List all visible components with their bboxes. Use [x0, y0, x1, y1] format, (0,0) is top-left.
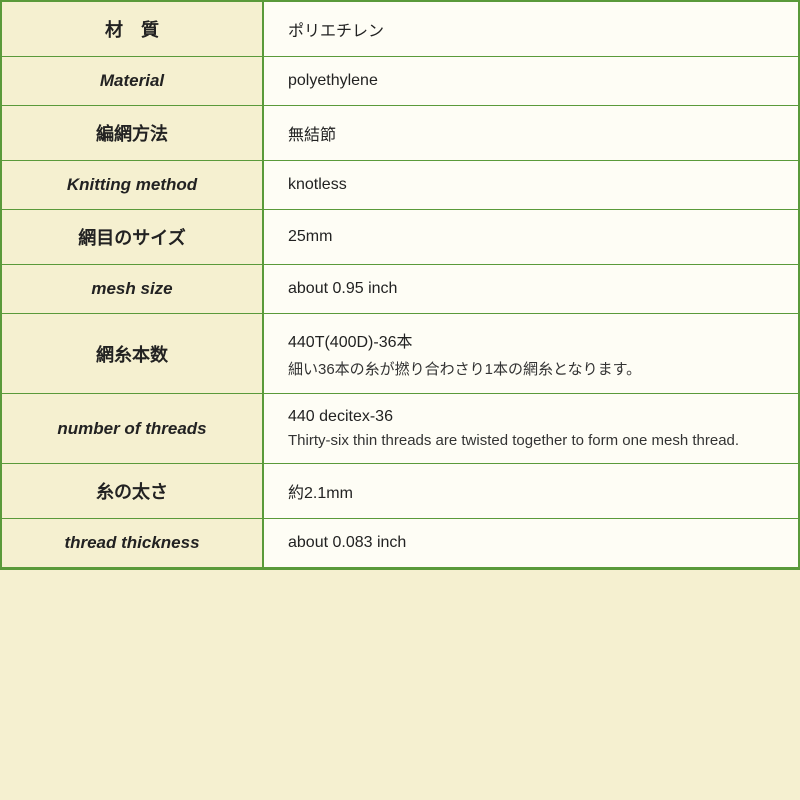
label-cell: 網糸本数: [2, 314, 263, 394]
table-row: 糸の太さ 約2.1mm: [2, 464, 798, 519]
label-cell: 編網方法: [2, 106, 263, 161]
label-cell: 網目のサイズ: [2, 210, 263, 265]
label-text: 編網方法: [96, 124, 168, 144]
label-cell: Material: [2, 57, 263, 106]
label-cell: 材 質: [2, 2, 263, 57]
label-text: mesh size: [91, 279, 172, 298]
value-cell: 約2.1mm: [263, 464, 798, 519]
label-cell: number of threads: [2, 394, 263, 464]
label-cell: 糸の太さ: [2, 464, 263, 519]
table-row: number of threads 440 decitex-36 Thirty-si…: [2, 394, 798, 464]
value-cell: 25mm: [263, 210, 798, 265]
value-text: 440T(400D)-36本: [288, 328, 774, 352]
label-cell: thread thickness: [2, 519, 263, 568]
label-cell: mesh size: [2, 265, 263, 314]
value-text: 細い36本の糸が撚り合わさり1本の網糸となります。: [288, 358, 774, 379]
label-text: Knitting method: [67, 175, 197, 194]
value-cell: about 0.083 inch: [263, 519, 798, 568]
value-cell: polyethylene: [263, 57, 798, 106]
value-text: about 0.95 inch: [288, 280, 774, 298]
value-text: Thirty-six thin threads are twisted toge…: [288, 432, 774, 449]
label-text: 網糸本数: [96, 345, 168, 365]
value-text: polyethylene: [288, 72, 774, 90]
table-row: 網糸本数 440T(400D)-36本細い36本の糸が撚り合わさり1本の網糸となり…: [2, 314, 798, 394]
value-text: ポリエチレン: [288, 17, 774, 41]
label-text: 材 質: [105, 20, 159, 40]
table-row: Material polyethylene: [2, 57, 798, 106]
label-text: 糸の太さ: [96, 482, 168, 502]
value-text: knotless: [288, 176, 774, 194]
value-text: 無結節: [288, 121, 774, 145]
value-text: 440 decitex-36: [288, 408, 774, 426]
spec-table: 材 質 ポリエチレン Material polyethylene 編網方法 無結節 Knit…: [0, 0, 800, 570]
label-text: Material: [100, 71, 164, 90]
table-row: Knitting method knotless: [2, 161, 798, 210]
table-row: 編網方法 無結節: [2, 106, 798, 161]
label-text: number of threads: [57, 419, 206, 438]
value-text: about 0.083 inch: [288, 534, 774, 552]
value-cell: about 0.95 inch: [263, 265, 798, 314]
table-row: 網目のサイズ 25mm: [2, 210, 798, 265]
label-text: 網目のサイズ: [78, 228, 185, 248]
table-row: thread thickness about 0.083 inch: [2, 519, 798, 568]
value-cell: 440T(400D)-36本細い36本の糸が撚り合わさり1本の網糸となります。: [263, 314, 798, 394]
value-text: 25mm: [288, 228, 774, 246]
table-row: 材 質 ポリエチレン: [2, 2, 798, 57]
value-cell: 無結節: [263, 106, 798, 161]
value-cell: 440 decitex-36 Thirty-six thin threads ar…: [263, 394, 798, 464]
label-cell: Knitting method: [2, 161, 263, 210]
label-text: thread thickness: [64, 533, 199, 552]
value-cell: knotless: [263, 161, 798, 210]
table-row: mesh size about 0.95 inch: [2, 265, 798, 314]
value-text: 約2.1mm: [288, 479, 774, 503]
value-cell: ポリエチレン: [263, 2, 798, 57]
